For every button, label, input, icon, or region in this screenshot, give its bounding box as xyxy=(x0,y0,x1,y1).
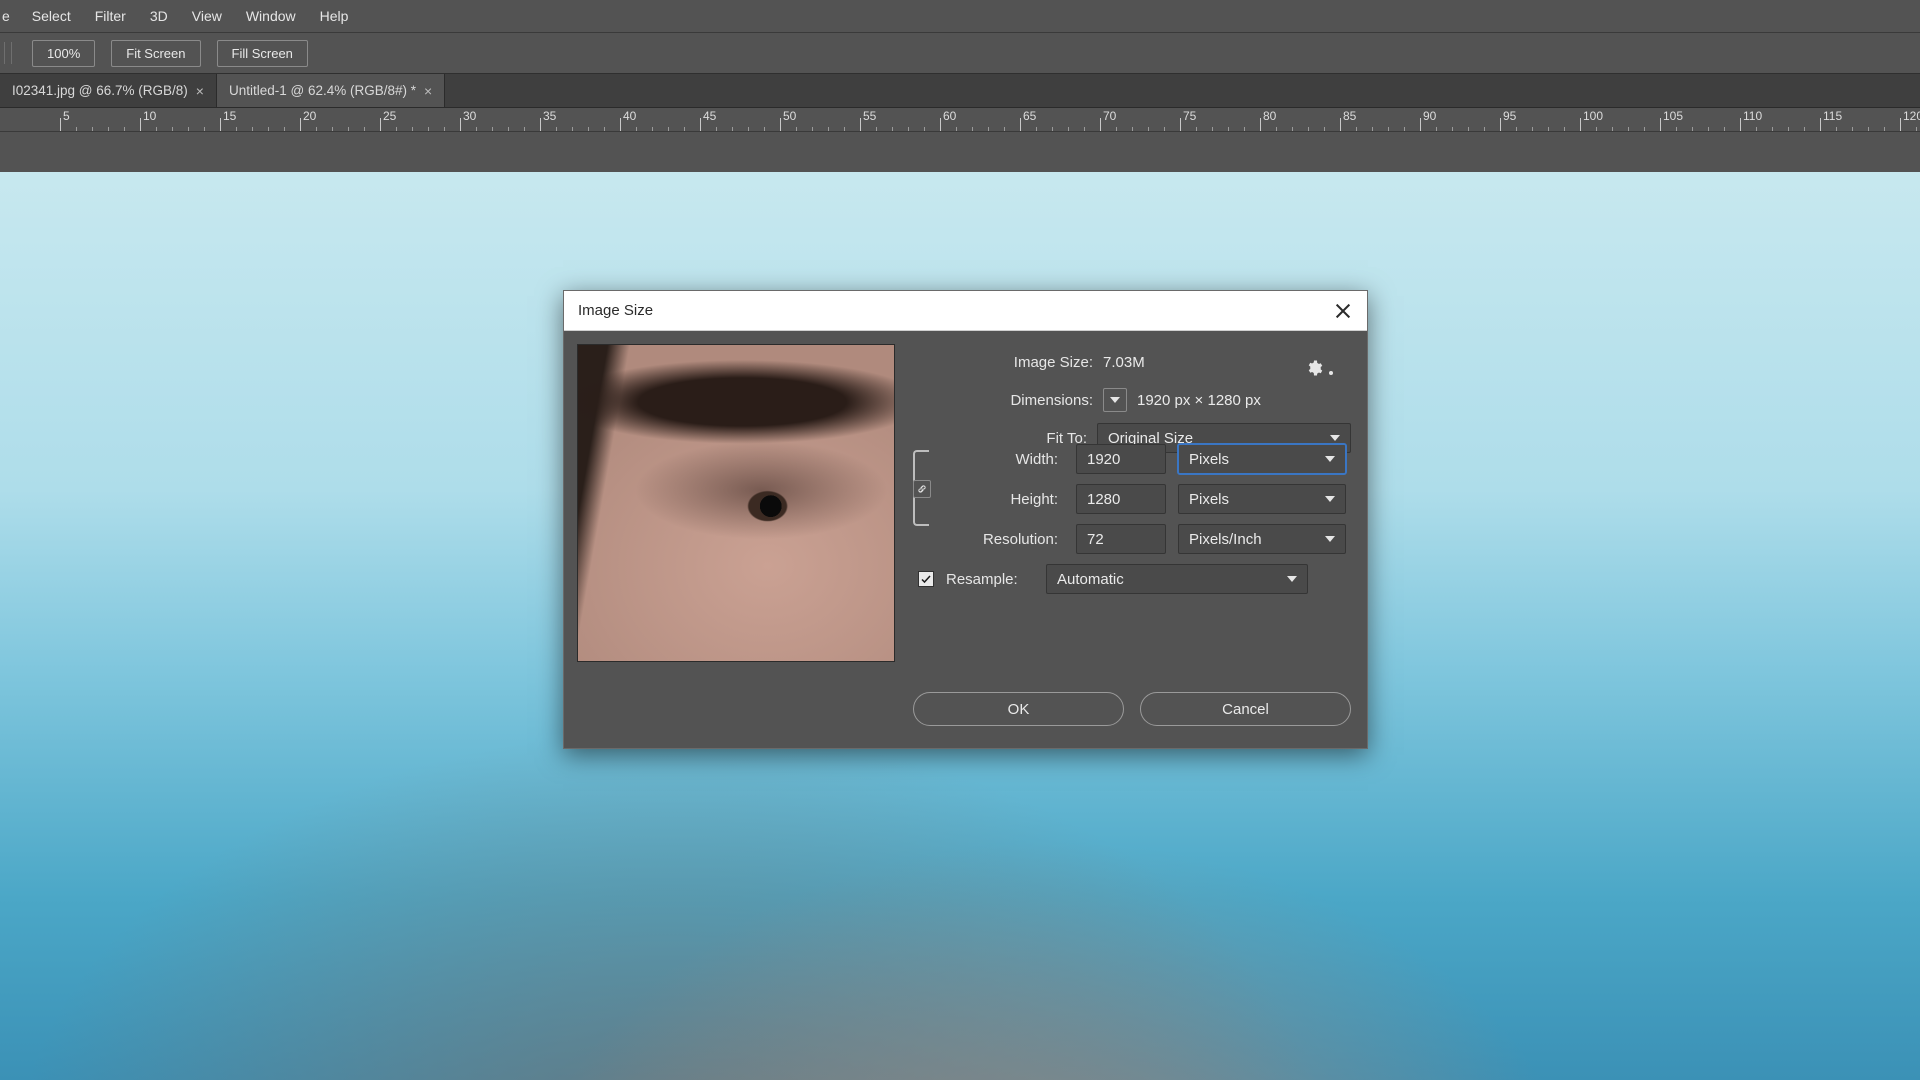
doc-tab-1-label: I02341.jpg @ 66.7% (RGB/8) xyxy=(12,83,188,98)
menu-item-help[interactable]: Help xyxy=(308,2,361,30)
resample-checkbox[interactable] xyxy=(918,571,934,587)
dialog-titlebar[interactable]: Image Size xyxy=(564,291,1367,331)
height-unit-value: Pixels xyxy=(1189,491,1229,508)
preview-graphic xyxy=(578,345,894,661)
image-size-value: 7.03M xyxy=(1103,354,1145,371)
image-preview[interactable] xyxy=(577,344,895,662)
link-icon xyxy=(913,480,931,498)
menu-item-3d[interactable]: 3D xyxy=(138,2,180,30)
height-unit-select[interactable]: Pixels xyxy=(1178,484,1346,514)
dialog-title: Image Size xyxy=(578,302,653,319)
resolution-unit-select[interactable]: Pixels/Inch xyxy=(1178,524,1346,554)
chevron-down-icon xyxy=(1325,456,1335,462)
image-size-label: Image Size: xyxy=(913,354,1103,371)
chevron-down-icon xyxy=(1110,397,1120,403)
constrain-proportions[interactable] xyxy=(913,446,947,530)
resolution-label: Resolution: xyxy=(952,531,1064,548)
fill-screen-button[interactable]: Fill Screen xyxy=(217,40,308,67)
doc-tab-2[interactable]: Untitled-1 @ 62.4% (RGB/8#) * × xyxy=(217,74,445,107)
menu-item-partial-e[interactable]: e xyxy=(0,2,20,30)
zoom-100-button[interactable]: 100% xyxy=(32,40,95,67)
menu-item-view[interactable]: View xyxy=(180,2,234,30)
options-bar: 100% Fit Screen Fill Screen xyxy=(0,32,1920,74)
app-menu-bar: e Select Filter 3D View Window Help xyxy=(0,0,1920,32)
width-unit-value: Pixels xyxy=(1189,451,1229,468)
cancel-button[interactable]: Cancel xyxy=(1140,692,1351,726)
dimensions-value: 1920 px × 1280 px xyxy=(1137,392,1261,409)
resolution-input[interactable]: 72 xyxy=(1076,524,1166,554)
dialog-body: Image Size: 7.03M Dimensions: 1920 px × … xyxy=(564,331,1367,748)
fit-screen-button[interactable]: Fit Screen xyxy=(111,40,200,67)
horizontal-ruler[interactable]: 5101520253035404550556065707580859095100… xyxy=(0,108,1920,132)
close-icon[interactable] xyxy=(1333,301,1353,321)
menu-item-window[interactable]: Window xyxy=(234,2,308,30)
close-icon[interactable]: × xyxy=(196,83,204,99)
width-input[interactable]: 1920 xyxy=(1076,444,1166,474)
document-tab-strip: I02341.jpg @ 66.7% (RGB/8) × Untitled-1 … xyxy=(0,74,1920,108)
menu-item-filter[interactable]: Filter xyxy=(83,2,138,30)
height-input[interactable]: 1280 xyxy=(1076,484,1166,514)
doc-tab-1[interactable]: I02341.jpg @ 66.7% (RGB/8) × xyxy=(0,74,217,107)
resample-method-select[interactable]: Automatic xyxy=(1046,564,1308,594)
width-unit-select[interactable]: Pixels xyxy=(1178,444,1346,474)
dimensions-label: Dimensions: xyxy=(913,392,1103,409)
ok-button[interactable]: OK xyxy=(913,692,1124,726)
resolution-unit-value: Pixels/Inch xyxy=(1189,531,1262,548)
menu-item-select[interactable]: Select xyxy=(20,2,83,30)
gear-icon[interactable] xyxy=(1305,359,1327,377)
chevron-down-icon xyxy=(1325,536,1335,542)
chevron-down-icon xyxy=(1325,496,1335,502)
dimensions-unit-dropdown[interactable] xyxy=(1103,388,1127,412)
image-size-dialog: Image Size Image Size: 7.03M Dimensions:… xyxy=(563,290,1368,749)
options-drag-handle[interactable] xyxy=(4,42,12,64)
doc-tab-2-label: Untitled-1 @ 62.4% (RGB/8#) * xyxy=(229,83,416,98)
width-label: Width: xyxy=(952,451,1064,468)
resample-label: Resample: xyxy=(946,571,1034,588)
close-icon[interactable]: × xyxy=(424,83,432,99)
chevron-down-icon xyxy=(1287,576,1297,582)
resample-method-value: Automatic xyxy=(1057,571,1124,588)
height-label: Height: xyxy=(952,491,1064,508)
